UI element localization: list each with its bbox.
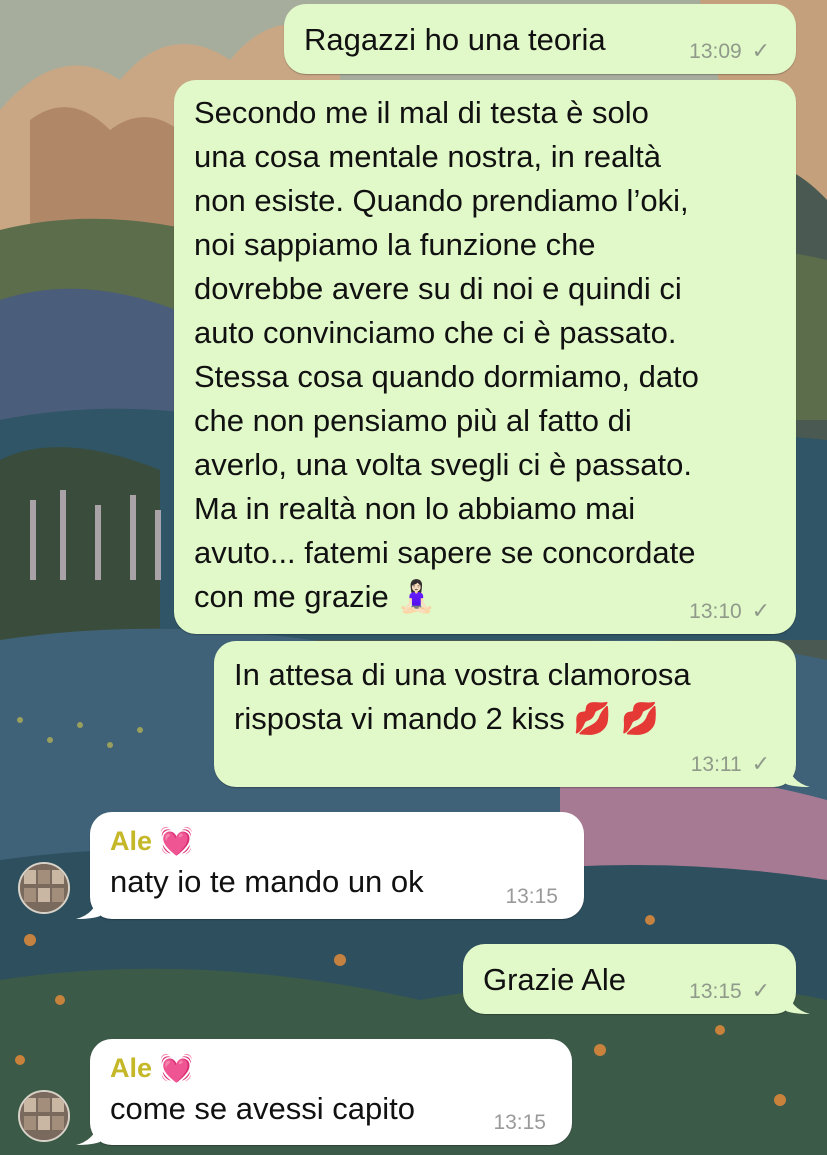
bubble-tail: [786, 760, 810, 787]
message-meta: 13:10 ✓: [689, 599, 770, 624]
message-text: Secondo me il mal di testa è solo una co…: [194, 95, 699, 614]
contact-avatar[interactable]: [18, 862, 70, 914]
incoming-message-1[interactable]: Ale 💓 naty io te mando un ok 13:15: [90, 812, 584, 919]
message-meta: 13:15 ✓: [689, 979, 770, 1004]
message-time: 13:10: [689, 600, 742, 623]
message-time: 13:15: [505, 885, 558, 908]
avatar-photo-icon: [20, 864, 68, 912]
message-text: come se avessi capito: [110, 1091, 415, 1126]
sender-name[interactable]: Ale 💓: [110, 1049, 552, 1087]
message-time: 13:15: [493, 1111, 546, 1134]
message-meta: 13:11 ✓: [691, 752, 770, 777]
avatar-photo-icon: [20, 1092, 68, 1140]
outgoing-message-4[interactable]: Grazie Ale 13:15 ✓: [463, 944, 796, 1014]
contact-avatar[interactable]: [18, 1090, 70, 1142]
single-check-icon: ✓: [751, 598, 770, 623]
message-text: In attesa di una vostra clamorosa rispos…: [234, 657, 691, 736]
incoming-message-2[interactable]: Ale 💓 come se avessi capito 13:15: [90, 1039, 572, 1145]
outgoing-message-3[interactable]: In attesa di una vostra clamorosa rispos…: [214, 641, 796, 787]
single-check-icon: ✓: [751, 978, 770, 1003]
outgoing-message-2[interactable]: Secondo me il mal di testa è solo una co…: [174, 80, 796, 634]
bubble-tail: [76, 892, 100, 919]
single-check-icon: ✓: [751, 38, 770, 63]
message-text: naty io te mando un ok: [110, 864, 424, 899]
message-meta: 13:15: [493, 1111, 546, 1135]
bubble-tail: [786, 987, 810, 1014]
message-time: 13:11: [690, 753, 742, 776]
sender-name[interactable]: Ale 💓: [110, 822, 564, 860]
message-meta: 13:09 ✓: [689, 39, 770, 64]
single-check-icon: ✓: [751, 751, 770, 776]
outgoing-message-1[interactable]: Ragazzi ho una teoria 13:09 ✓: [284, 4, 796, 74]
message-time: 13:09: [689, 40, 742, 63]
bubble-tail: [76, 1118, 100, 1145]
message-meta: 13:15: [505, 885, 558, 909]
message-time: 13:15: [689, 980, 742, 1003]
